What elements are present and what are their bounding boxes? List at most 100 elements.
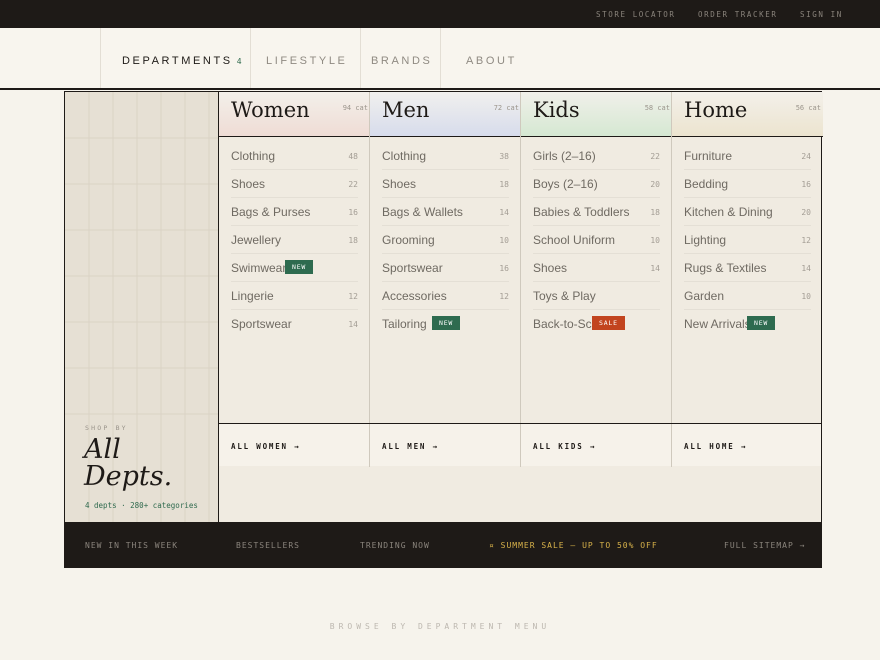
category-item[interactable]: Clothing 38: [382, 142, 509, 170]
bestsellers-link[interactable]: BESTSELLERS: [236, 541, 300, 550]
sign-in-link[interactable]: SIGN IN: [800, 10, 843, 19]
category-count: 10: [801, 292, 811, 301]
category-count: 16: [801, 180, 811, 189]
category-item[interactable]: Sportswear 14: [231, 310, 358, 338]
category-count: 14: [650, 264, 660, 273]
dept-title: Kids: [533, 98, 580, 122]
dept-column-home: Home 56 cat Furniture 24 Bedding 16 Kitche…: [672, 92, 823, 466]
category-item[interactable]: School Uniform 10: [533, 226, 660, 254]
full-sitemap-link[interactable]: FULL SITEMAP →: [724, 541, 805, 550]
store-locator-link[interactable]: STORE LOCATOR: [596, 10, 676, 19]
nav-item-about[interactable]: ABOUT: [466, 28, 517, 88]
category-item[interactable]: Bags & Wallets 14: [382, 198, 509, 226]
category-label: Sportswear: [382, 261, 443, 275]
category-item[interactable]: Kitchen & Dining 20: [684, 198, 811, 226]
all-kids-link[interactable]: ALL KIDS →: [533, 442, 596, 451]
category-item[interactable]: Back-to-SchoolSALE: [533, 310, 660, 338]
dept-column-women: Women 94 cat Clothing 48 Shoes 22 Bags & P…: [219, 92, 370, 466]
category-count: 22: [348, 180, 358, 189]
all-men-link[interactable]: ALL MEN →: [382, 442, 439, 451]
summer-sale-link[interactable]: ¤ SUMMER SALE — UP TO 50% OFF: [489, 541, 658, 550]
all-home-link[interactable]: ALL HOME →: [684, 442, 747, 451]
new-badge: NEW: [432, 316, 461, 330]
category-item[interactable]: Shoes 14: [533, 254, 660, 282]
category-count: 14: [801, 264, 811, 273]
dept-count: 72 cat: [493, 104, 519, 112]
category-item[interactable]: Jewellery 18: [231, 226, 358, 254]
category-count: 38: [499, 152, 509, 161]
category-label: Garden: [684, 289, 725, 303]
hero-title-line2: Depts.: [84, 461, 173, 492]
category-count: 10: [650, 236, 660, 245]
category-label: Bedding: [684, 177, 729, 191]
dept-footer-women: ALL WOMEN →: [219, 423, 370, 467]
category-label: Back-to-School: [533, 317, 592, 331]
category-label: Furniture: [684, 149, 733, 163]
category-item[interactable]: Grooming 10: [382, 226, 509, 254]
category-item[interactable]: Accessories 12: [382, 282, 509, 310]
category-count: 18: [348, 236, 358, 245]
utility-bar: STORE LOCATOR ORDER TRACKER SIGN IN: [0, 0, 880, 28]
nav-item-label: DEPARTMENTS: [122, 55, 233, 67]
category-item[interactable]: Babies & Toddlers 18: [533, 198, 660, 226]
category-label: Sportswear: [231, 317, 292, 331]
category-item[interactable]: Boys (2–16) 20: [533, 170, 660, 198]
sale-badge: SALE: [592, 316, 625, 330]
category-item[interactable]: Furniture 24: [684, 142, 811, 170]
category-item[interactable]: Sportswear 16: [382, 254, 509, 282]
category-label: Bags & Purses: [231, 205, 311, 219]
all-women-link[interactable]: ALL WOMEN →: [231, 442, 300, 451]
trending-link[interactable]: TRENDING NOW: [360, 541, 430, 550]
hero-column: SHOP BY All Depts. 4 depts · 280+ catego…: [65, 92, 219, 522]
dept-footer-men: ALL MEN →: [370, 423, 521, 467]
dept-title: Home: [684, 98, 748, 122]
dept-count: 58 cat: [644, 104, 670, 112]
mega-menu-panel: SHOP BY All Depts. 4 depts · 280+ catego…: [64, 91, 823, 568]
dept-column-men: Men 72 cat Clothing 38 Shoes 18 Bags & Wal…: [370, 92, 521, 466]
dept-item-list: Furniture 24 Bedding 16 Kitchen & Dining 20…: [672, 142, 823, 338]
category-count: 24: [801, 152, 811, 161]
category-item[interactable]: Bags & Purses 16: [231, 198, 358, 226]
category-label: Clothing: [231, 149, 276, 163]
dept-header-home[interactable]: Home 56 cat: [672, 92, 823, 137]
main-nav: DEPARTMENTS 4 LIFESTYLE BRANDS ABOUT: [0, 28, 880, 90]
category-count: 20: [650, 180, 660, 189]
dept-header-kids[interactable]: Kids 58 cat: [521, 92, 672, 137]
dept-title: Men: [382, 98, 430, 122]
category-count: 20: [801, 208, 811, 217]
category-item[interactable]: Rugs & Textiles 14: [684, 254, 811, 282]
order-tracker-link[interactable]: ORDER TRACKER: [698, 10, 778, 19]
category-item[interactable]: Lighting 12: [684, 226, 811, 254]
category-item[interactable]: Tailoring NEW: [382, 310, 509, 338]
category-label: Kitchen & Dining: [684, 205, 773, 219]
nav-item-lifestyle[interactable]: LIFESTYLE: [266, 28, 347, 88]
dept-item-list: Clothing 48 Shoes 22 Bags & Purses 16 Jewel…: [219, 142, 370, 338]
category-item[interactable]: Shoes 22: [231, 170, 358, 198]
dept-header-women[interactable]: Women 94 cat: [219, 92, 370, 137]
dept-header-men[interactable]: Men 72 cat: [370, 92, 521, 137]
category-count: 14: [499, 208, 509, 217]
promo-bar: NEW IN THIS WEEK BESTSELLERS TRENDING NO…: [65, 522, 821, 568]
category-item[interactable]: Clothing 48: [231, 142, 358, 170]
nav-divider: [100, 28, 101, 88]
category-item[interactable]: Swimwear NEW: [231, 254, 358, 282]
nav-item-brands[interactable]: BRANDS: [371, 28, 432, 88]
category-item[interactable]: Garden 10: [684, 282, 811, 310]
nav-divider: [360, 28, 361, 88]
page-caption: BROWSE BY DEPARTMENT MENU: [329, 622, 551, 631]
category-item[interactable]: New Arrivals NEW: [684, 310, 811, 338]
nav-item-departments[interactable]: DEPARTMENTS 4: [122, 28, 242, 88]
category-item[interactable]: Girls (2–16) 22: [533, 142, 660, 170]
category-count: 10: [499, 236, 509, 245]
category-label: Lingerie: [231, 289, 274, 303]
category-label: Shoes: [231, 177, 266, 191]
new-badge: NEW: [285, 260, 314, 274]
category-item[interactable]: Lingerie 12: [231, 282, 358, 310]
category-item[interactable]: Bedding 16: [684, 170, 811, 198]
category-count: 12: [348, 292, 358, 301]
category-item[interactable]: Toys & Play: [533, 282, 660, 310]
new-in-link[interactable]: NEW IN THIS WEEK: [85, 541, 178, 550]
category-item[interactable]: Shoes 18: [382, 170, 509, 198]
dept-footer-kids: ALL KIDS →: [521, 423, 672, 467]
category-count: 18: [650, 208, 660, 217]
